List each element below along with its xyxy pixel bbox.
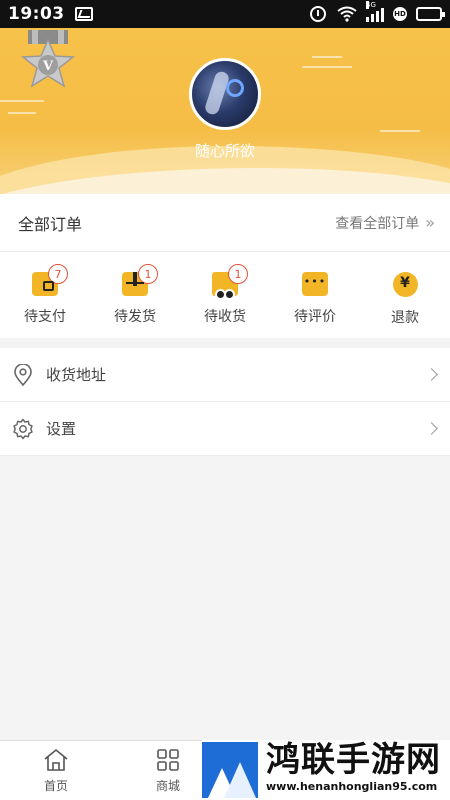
order-status-label: 待支付 [24,309,66,325]
menu-item-label: 设置 [46,420,77,438]
watermark-overlay: 鸿联手游网 www.henanhonglian95.com [202,740,450,800]
header-decoration [0,100,44,102]
order-status-label: 待发货 [114,309,156,325]
view-all-orders-link[interactable]: 查看全部订单 ›› [335,213,435,233]
header-decoration [8,112,36,114]
network-tag: 4G [366,1,376,9]
truck-icon: 1 [212,264,248,300]
menu-item-settings[interactable]: 设置 [0,402,450,456]
watermark-logo [202,742,258,798]
signal-icon: 4G [366,1,384,22]
double-chevron-right-icon: ›› [425,213,435,232]
order-status-label: 退款 [391,310,419,326]
avatar[interactable] [189,58,261,130]
header-decoration [312,56,342,58]
orders-section: 全部订单 查看全部订单 ›› 7 待支付 1 待发货 1 待收货 待评价 [0,194,450,338]
nav-item-home[interactable]: 首页 [0,741,112,800]
location-icon [12,363,34,386]
nav-label: 首页 [43,779,68,793]
wifi-icon [337,5,357,23]
header-decoration [380,130,420,132]
order-status-pending-payment[interactable]: 7 待支付 [0,252,90,338]
order-status-pending-shipment[interactable]: 1 待发货 [90,252,180,338]
refund-icon [392,272,418,297]
order-status-pending-receipt[interactable]: 1 待收货 [180,252,270,338]
battery-icon [416,7,445,21]
count-badge: 1 [138,264,158,284]
header-decoration [302,66,352,68]
count-badge: 7 [48,264,68,284]
status-time: 19:03 [8,4,65,24]
alarm-icon [308,5,328,23]
order-status-refund[interactable]: 退款 [360,252,450,338]
vip-medal-icon[interactable]: V [18,30,78,100]
profile-header: V 随心所欲 [0,28,450,194]
orders-title: 全部订单 [18,214,83,234]
count-badge: 1 [228,264,248,284]
grid-icon [155,747,181,773]
orders-header: 全部订单 查看全部订单 ›› [0,194,450,252]
chevron-right-icon [425,368,438,381]
order-status-pending-review[interactable]: 待评价 [270,252,360,338]
view-all-orders-label: 查看全部订单 [335,215,420,232]
package-icon: 1 [122,264,158,296]
menu-item-address[interactable]: 收货地址 [0,348,450,402]
menu-item-label: 收货地址 [46,366,107,384]
wallet-icon: 7 [32,264,68,296]
status-bar: 19:03 4G HD [0,0,450,28]
chevron-right-icon [425,422,438,435]
order-status-label: 待评价 [294,309,336,325]
home-icon [43,747,69,773]
watermark-url: www.henanhonglian95.com [266,780,438,793]
hd-icon: HD [393,7,407,21]
medal-letter: V [42,59,54,74]
settings-menu: 收货地址 设置 [0,348,450,456]
nav-label: 商城 [155,779,180,793]
nickname: 随心所欲 [194,142,255,160]
watermark-title: 鸿联手游网 [266,740,441,780]
comment-icon [302,272,328,296]
image-icon [74,7,93,21]
gear-icon [12,418,34,440]
order-status-label: 待收货 [204,309,246,325]
